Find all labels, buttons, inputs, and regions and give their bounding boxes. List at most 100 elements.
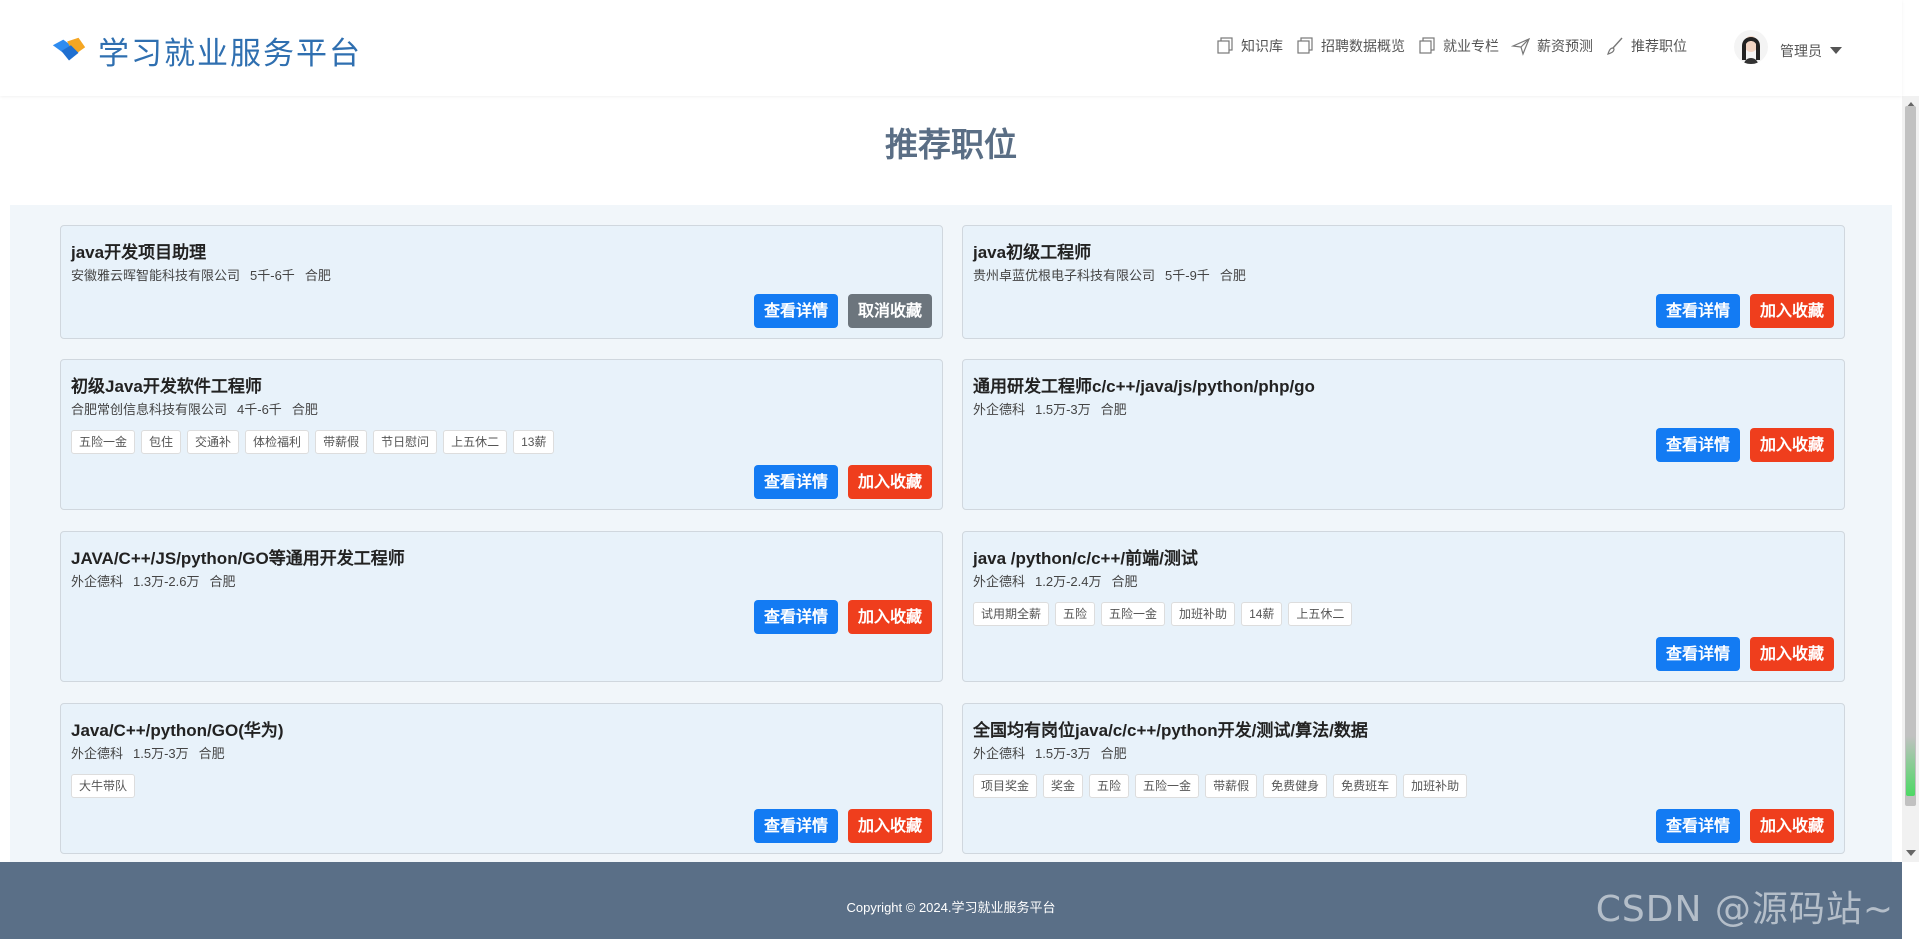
page-footer: Copyright © 2024.学习就业服务平台 CSDN @源码站~	[0, 862, 1902, 939]
job-salary: 4千-6千	[237, 402, 282, 417]
page-scrollbar[interactable]	[1902, 96, 1919, 862]
job-actions: 查看详情 加入收藏	[744, 600, 932, 634]
job-tag: 试用期全薪	[973, 602, 1050, 626]
job-tag: 上五休二	[443, 430, 508, 454]
job-actions: 查看详情 加入收藏	[744, 465, 932, 499]
job-card: 全国均有岗位java/c/c++/python开发/测试/算法/数据 外企德科 1…	[962, 703, 1845, 854]
scrollbar-thumb[interactable]	[1905, 106, 1916, 806]
job-salary: 5千-9千	[1165, 268, 1210, 283]
nav-label: 推荐职位	[1631, 38, 1687, 54]
job-tag: 节日慰问	[373, 430, 438, 454]
job-meta: 外企德科 1.5万-3万 合肥	[973, 743, 1137, 762]
user-name: 管理员	[1780, 43, 1822, 59]
job-title: 通用研发工程师c/c++/java/js/python/php/go	[973, 377, 1315, 396]
main-nav: 知识库 招聘数据概览 就业专栏 薪资预测 推荐职位	[1203, 36, 1687, 56]
site-title: 学习就业服务平台	[98, 36, 362, 72]
scrollbar-progress	[1906, 736, 1915, 796]
job-tag: 上五休二	[1288, 602, 1353, 626]
job-company: 外企德科	[973, 574, 1026, 589]
job-company: 外企德科	[71, 574, 124, 589]
view-detail-button[interactable]: 查看详情	[1655, 637, 1740, 671]
job-meta: 外企德科 1.5万-3万 合肥	[973, 399, 1137, 418]
job-card: java初级工程师 贵州卓蓝优根电子科技有限公司 5千-9千 合肥 查看详情 加入收…	[962, 225, 1845, 339]
nav-label: 知识库	[1241, 38, 1283, 54]
nav-salary-prediction[interactable]: 薪资预测	[1511, 36, 1593, 56]
job-tag: 免费班车	[1333, 774, 1398, 798]
paper-plane-icon	[1511, 37, 1531, 56]
job-tag: 体检福利	[245, 430, 310, 454]
job-title: Java/C++/python/GO(华为)	[71, 721, 284, 740]
job-tag: 包住	[141, 430, 182, 454]
job-actions: 查看详情 加入收藏	[1646, 294, 1834, 328]
nav-knowledge-base[interactable]: 知识库	[1215, 36, 1283, 56]
job-salary: 1.5万-3万	[1035, 402, 1091, 417]
job-city: 合肥	[198, 746, 225, 761]
job-tags: 项目奖金 奖金 五险 五险一金 带薪假 免费健身 免费班车 加班补助	[973, 774, 1473, 798]
nav-recruit-overview[interactable]: 招聘数据概览	[1295, 36, 1405, 56]
job-list: java开发项目助理 安徽雅云晖智能科技有限公司 5千-6千 合肥 查看详情 取消收…	[10, 205, 1892, 863]
nav-label: 招聘数据概览	[1321, 38, 1405, 54]
job-card: java开发项目助理 安徽雅云晖智能科技有限公司 5千-6千 合肥 查看详情 取消收…	[60, 225, 943, 339]
job-card: JAVA/C++/JS/python/GO等通用开发工程师 外企德科 1.3万-2…	[60, 531, 943, 682]
add-favorite-button[interactable]: 加入收藏	[847, 809, 932, 843]
job-salary: 1.5万-3万	[133, 746, 189, 761]
job-card: Java/C++/python/GO(华为) 外企德科 1.5万-3万 合肥 大牛带…	[60, 703, 943, 854]
job-meta: 合肥常创信息科技有限公司 4千-6千 合肥	[71, 399, 328, 418]
view-detail-button[interactable]: 查看详情	[1655, 809, 1740, 843]
site-logo[interactable]: 学习就业服务平台	[50, 28, 362, 73]
job-company: 外企德科	[71, 746, 124, 761]
job-salary: 1.3万-2.6万	[133, 574, 200, 589]
brush-icon	[1607, 37, 1623, 55]
job-title: java /python/c/c++/前端/测试	[973, 549, 1198, 568]
csdn-watermark: CSDN @源码站~	[1595, 889, 1894, 930]
scroll-down-arrow-icon[interactable]	[1906, 850, 1916, 856]
job-tags: 五险一金 包住 交通补 体检福利 带薪假 节日慰问 上五休二 13薪	[71, 430, 560, 454]
page-title: 推荐职位	[885, 125, 1017, 164]
add-favorite-button[interactable]: 加入收藏	[847, 600, 932, 634]
add-favorite-button[interactable]: 加入收藏	[1749, 809, 1834, 843]
job-tag: 带薪假	[1205, 774, 1258, 798]
copy-icon	[1297, 37, 1313, 54]
nav-career-column[interactable]: 就业专栏	[1417, 36, 1499, 56]
add-favorite-button[interactable]: 加入收藏	[1749, 637, 1834, 671]
job-salary: 1.2万-2.4万	[1035, 574, 1102, 589]
job-actions: 查看详情 加入收藏	[1646, 637, 1834, 671]
job-city: 合肥	[1111, 574, 1138, 589]
copy-icon	[1217, 37, 1233, 54]
top-header: 学习就业服务平台 知识库 招聘数据概览 就业专栏 薪资预测 推荐职位 管理员	[0, 0, 1902, 96]
add-favorite-button[interactable]: 加入收藏	[847, 465, 932, 499]
job-tag: 14薪	[1241, 602, 1283, 626]
job-actions: 查看详情 取消收藏	[744, 294, 932, 328]
view-detail-button[interactable]: 查看详情	[753, 600, 838, 634]
job-city: 合肥	[209, 574, 236, 589]
view-detail-button[interactable]: 查看详情	[753, 294, 838, 328]
user-menu[interactable]: 管理员	[1734, 30, 1842, 64]
view-detail-button[interactable]: 查看详情	[753, 465, 838, 499]
view-detail-button[interactable]: 查看详情	[1655, 428, 1740, 462]
job-salary: 1.5万-3万	[1035, 746, 1091, 761]
add-favorite-button[interactable]: 加入收藏	[1749, 428, 1834, 462]
job-tag: 带薪假	[315, 430, 368, 454]
job-company: 外企德科	[973, 402, 1026, 417]
view-detail-button[interactable]: 查看详情	[753, 809, 838, 843]
view-detail-button[interactable]: 查看详情	[1655, 294, 1740, 328]
remove-favorite-button[interactable]: 取消收藏	[847, 294, 932, 328]
job-city: 合肥	[1219, 268, 1246, 283]
job-salary: 5千-6千	[250, 268, 295, 283]
nav-label: 薪资预测	[1537, 38, 1593, 54]
job-company: 安徽雅云晖智能科技有限公司	[71, 268, 241, 283]
handshake-logo-icon	[52, 37, 86, 60]
nav-recommended-jobs[interactable]: 推荐职位	[1605, 36, 1687, 56]
job-company: 合肥常创信息科技有限公司	[71, 402, 228, 417]
job-tag: 五险一金	[71, 430, 136, 454]
job-actions: 查看详情 加入收藏	[1646, 428, 1834, 462]
job-title: java开发项目助理	[71, 243, 207, 262]
job-tags: 试用期全薪 五险 五险一金 加班补助 14薪 上五休二	[973, 602, 1358, 626]
job-tag: 13薪	[513, 430, 555, 454]
copy-icon	[1419, 37, 1435, 54]
add-favorite-button[interactable]: 加入收藏	[1749, 294, 1834, 328]
job-title: JAVA/C++/JS/python/GO等通用开发工程师	[71, 549, 405, 568]
job-city: 合肥	[304, 268, 331, 283]
job-tag: 五险	[1089, 774, 1130, 798]
job-tag: 大牛带队	[71, 774, 136, 798]
